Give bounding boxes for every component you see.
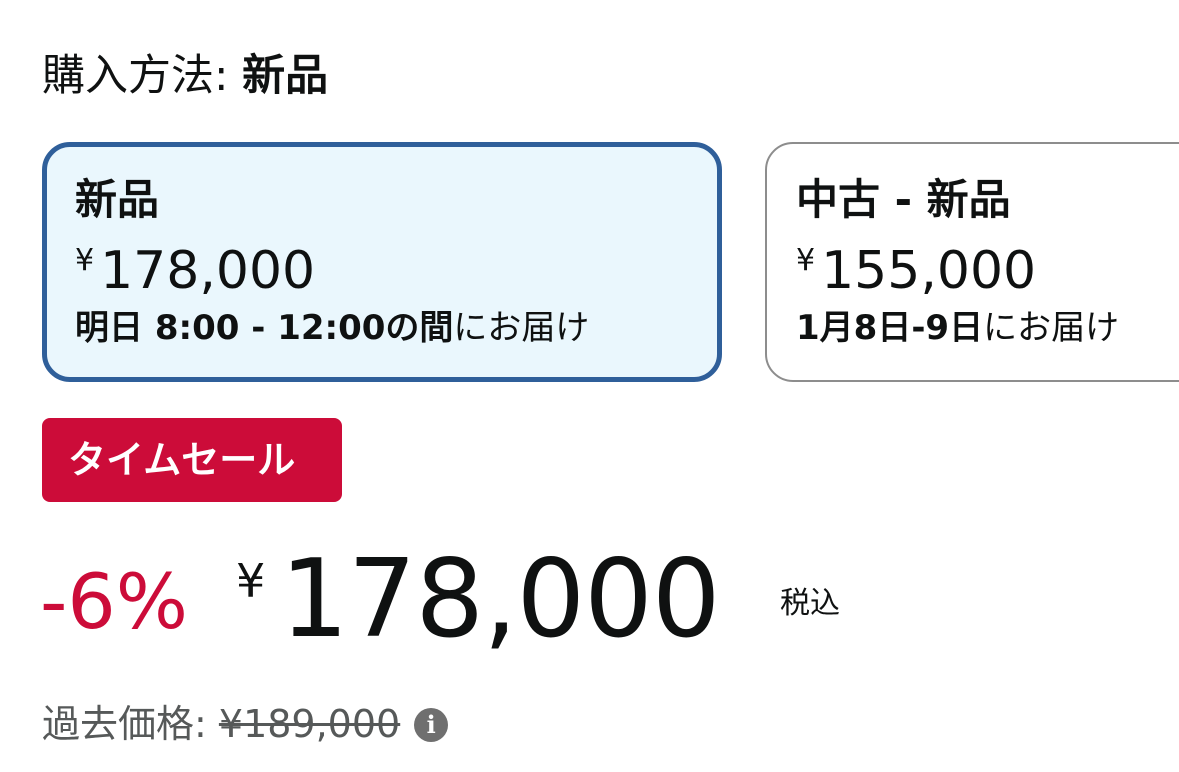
option-delivery: 明日 8:00 - 12:00の間にお届け bbox=[75, 305, 717, 351]
currency-symbol: ¥ bbox=[75, 243, 95, 278]
purchase-method-heading: 購入方法: 新品 bbox=[42, 48, 328, 104]
current-price: 178,000 bbox=[280, 537, 721, 662]
delivery-time: 明日 8:00 - 12:00の間 bbox=[75, 308, 454, 348]
past-price: 過去価格: ¥189,000 i bbox=[42, 698, 449, 750]
purchase-method-label: 購入方法: bbox=[42, 51, 243, 101]
delivery-suffix: にお届け bbox=[983, 308, 1120, 348]
delivery-time: 1月8日-9日 bbox=[796, 308, 984, 348]
option-price: ¥155,000 bbox=[796, 229, 1179, 303]
option-card-new[interactable]: 新品 ¥178,000 明日 8:00 - 12:00の間にお届け bbox=[42, 142, 722, 382]
option-price-value: 155,000 bbox=[821, 241, 1037, 301]
option-delivery: 1月8日-9日にお届け bbox=[796, 305, 1179, 351]
delivery-suffix: にお届け bbox=[453, 308, 590, 348]
option-title: 中古 - 新品 bbox=[796, 175, 1011, 224]
currency-symbol: ¥ bbox=[796, 243, 816, 278]
info-icon[interactable]: i bbox=[414, 708, 449, 742]
past-price-label: 過去価格: bbox=[42, 702, 219, 746]
option-price-value: 178,000 bbox=[100, 241, 316, 301]
past-price-value: ¥189,000 bbox=[218, 702, 401, 746]
discount-percent: -6% bbox=[40, 557, 188, 646]
option-price: ¥178,000 bbox=[75, 229, 717, 303]
time-sale-badge: タイムセール bbox=[42, 418, 342, 502]
option-card-used[interactable]: 中古 - 新品 ¥155,000 1月8日-9日にお届け bbox=[765, 142, 1179, 382]
purchase-method-value: 新品 bbox=[242, 51, 329, 101]
option-title: 新品 bbox=[75, 175, 160, 224]
product-buybox: 購入方法: 新品 新品 ¥178,000 明日 8:00 - 12:00の間にお… bbox=[0, 0, 1179, 772]
tax-included-note: 税込 bbox=[780, 586, 840, 621]
price-currency-symbol: ¥ bbox=[236, 554, 266, 608]
